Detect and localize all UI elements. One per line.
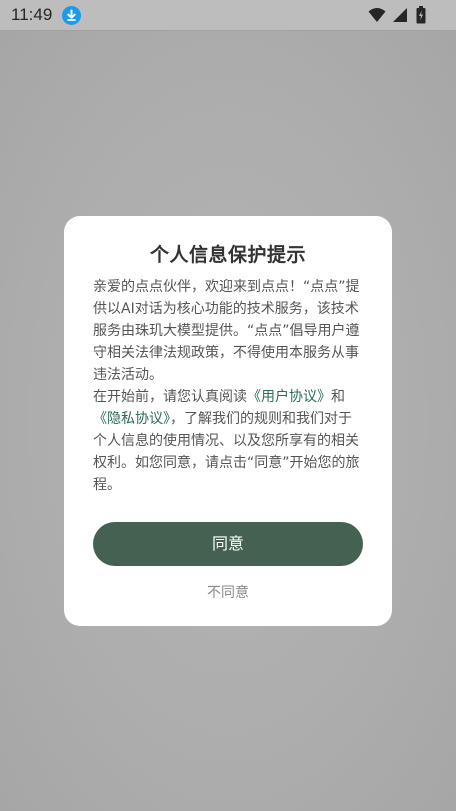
status-time: 11:49 (11, 5, 53, 24)
battery-icon (416, 6, 426, 28)
status-bar: 11:49 (0, 0, 456, 31)
agree-button[interactable]: 同意 (93, 522, 363, 566)
privacy-agreement-link[interactable]: 《隐私协议》 (93, 411, 170, 427)
dialog-body: 亲爱的点点伙伴，欢迎来到点点！“点点”提供以AI对话为核心功能的技术服务，该技术… (93, 276, 365, 496)
disagree-button[interactable]: 不同意 (64, 582, 392, 602)
wifi-icon (368, 7, 386, 27)
agreement-text-before: 在开始前，请您认真阅读 (93, 389, 247, 405)
agreement-paragraph: 在开始前，请您认真阅读《用户协议》和《隐私协议》，了解我们的规则和我们对于个人信… (93, 386, 365, 496)
user-agreement-link[interactable]: 《用户协议》 (247, 389, 331, 405)
download-icon (62, 6, 81, 25)
signal-icon (392, 7, 408, 27)
privacy-dialog: 个人信息保护提示 亲爱的点点伙伴，欢迎来到点点！“点点”提供以AI对话为核心功能… (64, 216, 392, 626)
dialog-title: 个人信息保护提示 (149, 244, 306, 266)
intro-paragraph: 亲爱的点点伙伴，欢迎来到点点！“点点”提供以AI对话为核心功能的技术服务，该技术… (93, 279, 360, 383)
agreement-text-and: 和 (331, 389, 345, 405)
